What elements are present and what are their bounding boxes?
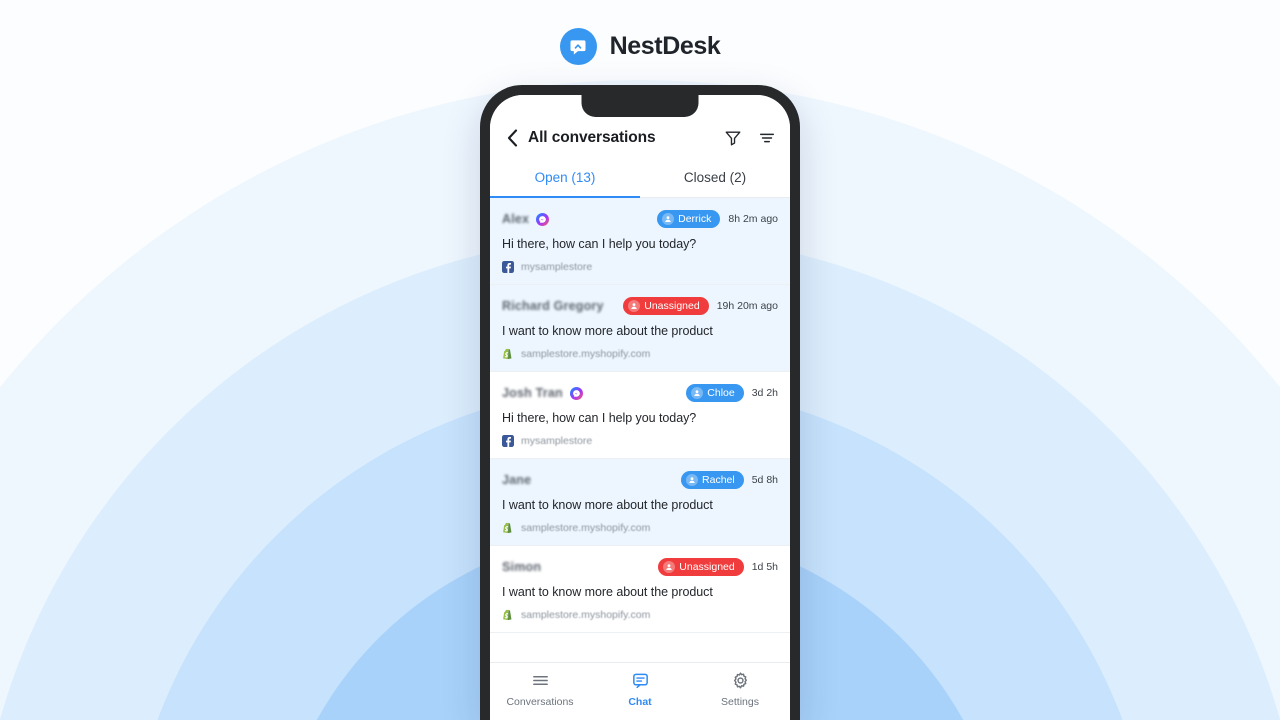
shopify-icon <box>503 348 512 360</box>
conversation-source: mysamplestore <box>502 435 778 447</box>
source-label: mysamplestore <box>521 261 593 273</box>
brand-name: NestDesk <box>609 32 721 60</box>
conversation-time: 3d 2h <box>751 387 778 399</box>
conversation-tabs: Open (13) Closed (2) <box>490 159 790 198</box>
tab-open-label: Open (13) <box>534 170 596 185</box>
gear-icon <box>733 672 747 689</box>
source-label: mysamplestore <box>521 435 593 447</box>
nav-item-chat[interactable]: Chat <box>590 671 690 708</box>
nav-item-conversations[interactable]: Conversations <box>490 671 590 708</box>
conversation-meta: Unassigned 1d 5h <box>658 558 778 576</box>
conversation-preview: I want to know more about the product <box>502 585 713 599</box>
source-label: samplestore.myshopify.com <box>521 522 651 534</box>
conversation-preview: Hi there, how can I help you today? <box>502 411 697 425</box>
messenger-icon <box>569 386 583 400</box>
assignee-name: Chloe <box>707 387 735 399</box>
conversation-top-row: Richard Gregory Unassigned 19h 20m ago <box>502 297 778 315</box>
sort-lines-icon[interactable] <box>758 129 776 147</box>
unassigned-badge[interactable]: Unassigned <box>623 297 709 315</box>
nav-item-settings[interactable]: Settings <box>690 671 790 708</box>
brand-header: NestDesk <box>0 28 1280 65</box>
phone-notch <box>581 95 699 117</box>
assignee-name: Unassigned <box>679 561 735 573</box>
contact-name: Simon <box>502 560 542 574</box>
conversation-meta: Chloe 3d 2h <box>686 384 778 402</box>
conversation-preview: I want to know more about the product <box>502 324 713 338</box>
phone-mockup: All conversations Open (13) Closed (2) A… <box>480 85 800 720</box>
facebook-icon <box>502 261 514 273</box>
person-icon <box>686 474 699 486</box>
page-root: NestDesk All conversations Open (13) Clo… <box>0 0 1280 720</box>
conversation-source: samplestore.myshopify.com <box>502 522 778 534</box>
conversation-item[interactable]: Josh Tran Chloe 3d 2h Hi there, how can … <box>490 372 790 459</box>
funnel-filter-icon[interactable] <box>724 129 742 147</box>
conversation-preview: I want to know more about the product <box>502 498 713 512</box>
conversation-source: mysamplestore <box>502 261 778 273</box>
conversation-top-row: Josh Tran Chloe 3d 2h <box>502 384 778 402</box>
nav-label-settings: Settings <box>721 696 759 708</box>
tab-closed-label: Closed (2) <box>683 170 747 185</box>
conversation-top-row: Alex Derrick 8h 2m ago <box>502 210 778 228</box>
assignee-name: Rachel <box>702 474 735 486</box>
contact-name: Josh Tran <box>502 386 563 400</box>
conversation-meta: Rachel 5d 8h <box>681 471 778 489</box>
conversation-list[interactable]: Alex Derrick 8h 2m ago Hi there, how can… <box>490 198 790 662</box>
conversation-top-row: Jane Rachel 5d 8h <box>502 471 778 489</box>
page-title: All conversations <box>528 129 656 146</box>
tab-open[interactable]: Open (13) <box>490 159 640 198</box>
hamburger-lines-icon <box>532 675 548 686</box>
nav-label-chat: Chat <box>628 696 652 708</box>
unassigned-badge[interactable]: Unassigned <box>658 558 744 576</box>
assignee-badge[interactable]: Chloe <box>686 384 744 402</box>
conversation-source: samplestore.myshopify.com <box>502 609 778 621</box>
conversation-meta: Unassigned 19h 20m ago <box>623 297 778 315</box>
conversation-source: samplestore.myshopify.com <box>502 348 778 360</box>
assignee-name: Unassigned <box>644 300 700 312</box>
tab-closed[interactable]: Closed (2) <box>640 159 790 197</box>
bottom-navigation: Conversations Chat Settings <box>490 662 790 720</box>
source-label: samplestore.myshopify.com <box>521 609 651 621</box>
chevron-left-icon[interactable] <box>504 127 520 149</box>
source-label: samplestore.myshopify.com <box>521 348 651 360</box>
nav-label-conversations: Conversations <box>506 696 574 708</box>
facebook-icon <box>502 435 514 447</box>
conversation-item[interactable]: Jane Rachel 5d 8h I want to know more ab <box>490 459 790 546</box>
conversation-time: 1d 5h <box>751 561 778 573</box>
assignee-badge[interactable]: Derrick <box>657 210 721 228</box>
conversation-preview: Hi there, how can I help you today? <box>502 237 697 251</box>
conversation-time: 8h 2m ago <box>728 213 778 225</box>
assignee-name: Derrick <box>678 213 712 225</box>
person-icon <box>628 300 641 312</box>
person-icon <box>663 561 676 573</box>
conversation-time: 5d 8h <box>751 474 778 486</box>
header-actions <box>724 129 776 147</box>
conversation-top-row: Simon Unassigned 1d 5h <box>502 558 778 576</box>
conversation-item[interactable]: Simon Unassigned 1d 5h I want to know mo <box>490 546 790 633</box>
conversation-meta: Derrick 8h 2m ago <box>657 210 778 228</box>
assignee-badge[interactable]: Rachel <box>681 471 744 489</box>
chat-bubble-icon <box>632 673 648 689</box>
contact-name: Alex <box>502 212 530 226</box>
person-icon <box>691 387 704 399</box>
person-icon <box>662 213 675 225</box>
nestdesk-logo-icon <box>559 28 597 65</box>
shopify-icon <box>503 522 512 534</box>
phone-screen: All conversations Open (13) Closed (2) A… <box>490 95 790 720</box>
conversation-item[interactable]: Richard Gregory Unassigned 19h 20m ago I <box>490 285 790 372</box>
conversation-time: 19h 20m ago <box>716 300 778 312</box>
shopify-icon <box>503 609 512 621</box>
conversation-item[interactable]: Alex Derrick 8h 2m ago Hi there, how can… <box>490 198 790 285</box>
contact-name: Jane <box>502 473 532 487</box>
messenger-icon <box>536 212 550 226</box>
contact-name: Richard Gregory <box>502 299 604 313</box>
